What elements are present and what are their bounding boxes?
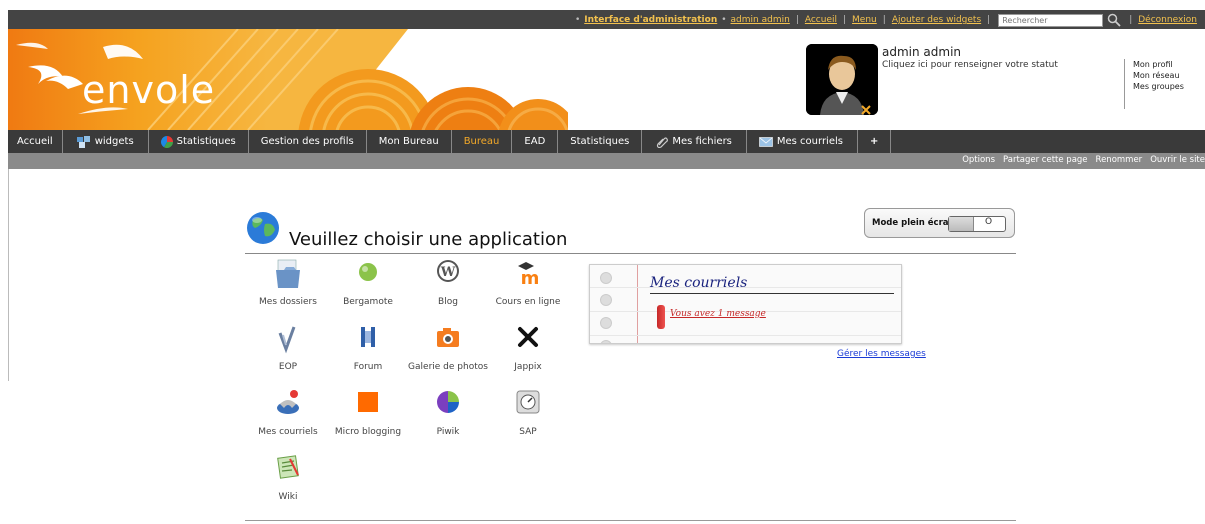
main-nav: Accueil widgets Statistiques Gestion des… [8, 130, 1205, 153]
page-title: Veuillez choisir une application [289, 229, 568, 250]
manage-messages-link[interactable]: Gérer les messages [837, 349, 926, 359]
app-jappix[interactable]: Jappix [488, 323, 568, 385]
toggle-knob [949, 217, 974, 231]
subnav-options[interactable]: Options [962, 155, 995, 165]
mail-widget: Mes courriels Vous avez 1 message [589, 264, 902, 344]
subnav-share-page[interactable]: Partager cette page [1003, 155, 1088, 165]
home-link[interactable]: Accueil [805, 15, 837, 25]
add-tab-button[interactable]: + [858, 130, 892, 153]
jappix-icon [518, 327, 538, 347]
search-input[interactable] [998, 13, 1104, 27]
bergamote-icon [359, 263, 377, 281]
forum-icon [361, 327, 375, 347]
content-bottom-divider [245, 520, 1016, 521]
user-avatar-icon [806, 44, 878, 115]
profile-menu-my-profile[interactable]: Mon profil [1133, 59, 1184, 70]
fullscreen-panel: Mode plein écran O [864, 208, 1015, 238]
globe-icon [247, 212, 279, 244]
sub-nav: Options Partager cette page Renommer Ouv… [8, 153, 1205, 169]
app-wiki[interactable]: Wiki [248, 453, 328, 515]
avatar[interactable] [806, 44, 878, 115]
app-cours-en-ligne[interactable]: m Cours en ligne [488, 258, 568, 320]
tab-widgets[interactable]: widgets [63, 130, 149, 153]
camera-icon [437, 328, 459, 347]
profile-menu: Mon profil Mon réseau Mes groupes [1124, 59, 1184, 109]
mail-app-icon [277, 390, 299, 414]
mail-widget-title: Mes courriels [650, 275, 748, 291]
user-link[interactable]: admin admin [731, 15, 790, 25]
logo-text: envole [82, 68, 216, 112]
notebook-hole [600, 294, 612, 306]
envelope-icon [759, 136, 773, 147]
tab-statistiques-1[interactable]: Statistiques [149, 130, 249, 153]
wordpress-icon: W [437, 260, 459, 282]
left-divider [8, 169, 9, 381]
tab-mes-fichiers[interactable]: Mes fichiers [642, 130, 747, 153]
app-bergamote[interactable]: Bergamote [328, 258, 408, 320]
logout-link[interactable]: Déconnexion [1138, 15, 1197, 25]
app-galerie-photos[interactable]: Galerie de photos [408, 323, 488, 385]
app-mes-dossiers[interactable]: Mes dossiers [248, 258, 328, 320]
app-blog[interactable]: W Blog [408, 258, 488, 320]
add-widgets-link[interactable]: Ajouter des widgets [892, 15, 981, 25]
eop-icon [278, 326, 296, 354]
tab-bureau[interactable]: Bureau [452, 130, 513, 153]
topbar-links: • Interface d'administration • admin adm… [573, 13, 1199, 27]
unread-message-link[interactable]: Vous avez 1 message [670, 309, 766, 319]
stats-pie-icon [160, 135, 173, 148]
app-mes-courriels[interactable]: Mes courriels [248, 388, 328, 450]
svg-text:W: W [440, 265, 456, 280]
app-forum[interactable]: Forum [328, 323, 408, 385]
admin-topbar: • Interface d'administration • admin adm… [8, 10, 1205, 29]
moodle-icon: m [518, 262, 540, 289]
pin-icon [657, 305, 665, 329]
search-icon[interactable] [1107, 13, 1121, 27]
menu-link[interactable]: Menu [852, 15, 877, 25]
tab-ead[interactable]: EAD [512, 130, 559, 153]
notebook-hole [600, 317, 612, 329]
profile-menu-my-groups[interactable]: Mes groupes [1133, 81, 1184, 92]
paperclip-icon [657, 136, 669, 148]
fullscreen-label: Mode plein écran [872, 218, 955, 228]
admin-interface-link[interactable]: Interface d'administration [584, 15, 717, 25]
banner: envole admin admin Cliquez ici pour rens… [8, 29, 1205, 130]
microblog-icon [358, 392, 378, 412]
widgets-icon [76, 135, 90, 148]
tab-statistiques-2[interactable]: Statistiques [558, 130, 643, 153]
sap-icon [516, 390, 540, 414]
fullscreen-toggle[interactable]: O [948, 216, 1006, 232]
app-sap[interactable]: SAP [488, 388, 568, 450]
tab-mon-bureau[interactable]: Mon Bureau [367, 130, 452, 153]
app-micro-blogging[interactable]: Micro blogging [328, 388, 408, 450]
notebook-hole [600, 272, 612, 284]
profile-menu-my-network[interactable]: Mon réseau [1133, 70, 1184, 81]
app-piwik[interactable]: Piwik [408, 388, 488, 450]
subnav-open-site[interactable]: Ouvrir le site [1150, 155, 1205, 165]
folder-icon [276, 259, 300, 288]
tab-mes-courriels[interactable]: Mes courriels [747, 130, 858, 153]
toggle-state: O [985, 217, 993, 227]
tab-gestion-profils[interactable]: Gestion des profils [249, 130, 367, 153]
subnav-rename[interactable]: Renommer [1096, 155, 1143, 165]
profile-status[interactable]: Cliquez ici pour renseigner votre statut [882, 60, 1058, 70]
tab-accueil[interactable]: Accueil [8, 130, 63, 153]
wiki-icon [277, 455, 299, 479]
profile-name[interactable]: admin admin [882, 45, 961, 59]
svg-text:m: m [521, 268, 540, 289]
piwik-icon [437, 391, 459, 413]
app-eop[interactable]: EOP [248, 323, 328, 385]
notebook-gutter [590, 265, 638, 343]
